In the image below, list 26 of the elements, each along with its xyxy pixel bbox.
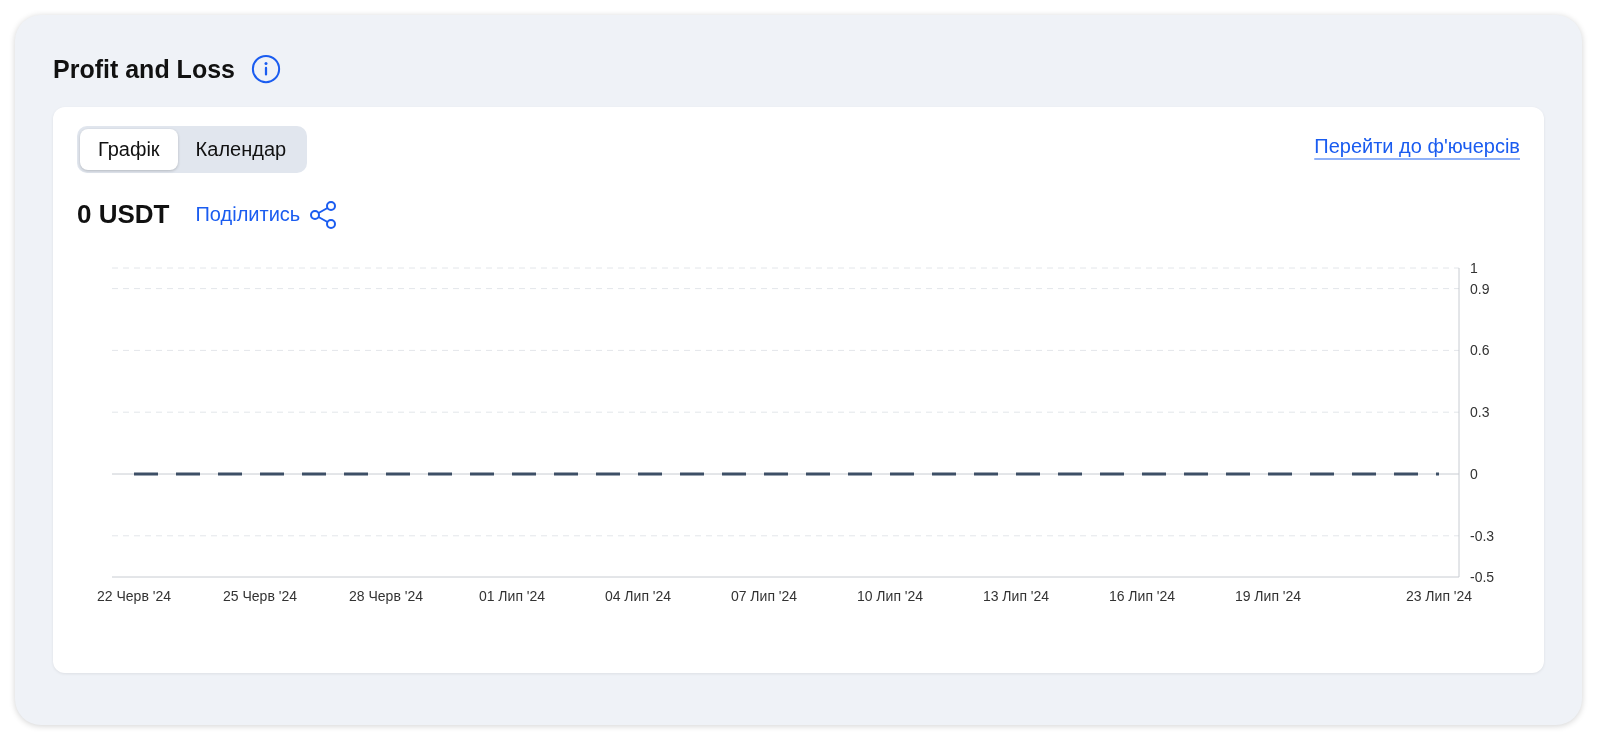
info-icon[interactable] bbox=[250, 54, 281, 84]
x-tick-label: 25 Черв '24 bbox=[223, 588, 297, 604]
share-link[interactable]: Поділитись bbox=[195, 203, 301, 226]
x-tick-label: 04 Лип '24 bbox=[604, 588, 672, 604]
x-tick-label: 22 Черв '24 bbox=[97, 588, 171, 604]
futures-link[interactable]: Перейти до ф'ючерсів bbox=[1314, 135, 1520, 158]
share-icon[interactable] bbox=[308, 199, 339, 230]
y-tick-label: 1 bbox=[1470, 260, 1478, 276]
x-tick-label: 23 Лип '24 bbox=[1405, 588, 1473, 604]
tab[interactable]: Графік bbox=[80, 129, 178, 170]
y-tick-label: 0.3 bbox=[1470, 404, 1490, 421]
y-tick-label: 0.9 bbox=[1470, 280, 1490, 297]
tab[interactable]: Календар bbox=[177, 129, 305, 170]
x-tick-label: 19 Лип '24 bbox=[1234, 588, 1302, 604]
y-tick-label: 0 bbox=[1470, 466, 1478, 482]
y-tick-label: 0.6 bbox=[1470, 342, 1490, 359]
x-tick-label: 13 Лип '24 bbox=[982, 588, 1050, 604]
x-tick-label: 16 Лип '24 bbox=[1108, 588, 1176, 604]
y-tick-label: -0.5 bbox=[1470, 569, 1495, 585]
x-tick-label: 01 Лип '24 bbox=[478, 588, 546, 604]
y-tick-label: -0.3 bbox=[1470, 527, 1495, 544]
total-value: 0 USDT bbox=[77, 199, 170, 230]
panel-title: Profit and Loss bbox=[53, 54, 235, 84]
x-tick-label: 10 Лип '24 bbox=[856, 588, 924, 604]
x-tick-label: 28 Черв '24 bbox=[349, 588, 423, 604]
x-tick-label: 07 Лип '24 bbox=[730, 588, 798, 604]
